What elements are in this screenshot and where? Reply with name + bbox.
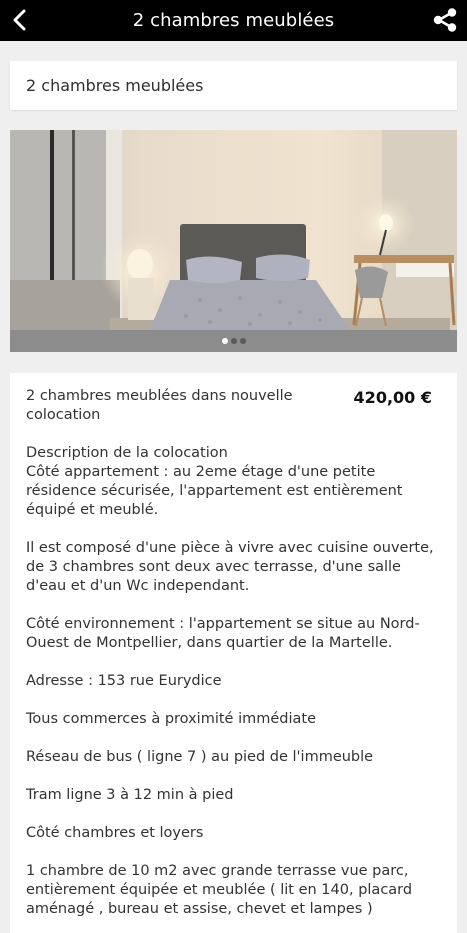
description-paragraph: 1 chambre de 10 m2 avec grande terrasse … xyxy=(26,863,413,917)
description-paragraph: Côté environnement : l'appartement se si… xyxy=(26,616,420,651)
summary-row: 2 chambres meublées dans nouvelle coloca… xyxy=(26,387,441,425)
chevron-left-icon xyxy=(13,9,26,31)
room-photo xyxy=(10,130,457,330)
pagination-dot[interactable] xyxy=(230,338,237,344)
description-paragraph: Tram ligne 3 à 12 min à pied xyxy=(26,787,234,803)
listing-title-card: 2 chambres meublées xyxy=(10,61,457,110)
listing-price: 420,00 € xyxy=(353,388,432,407)
back-button[interactable] xyxy=(4,4,36,36)
description-paragraph: Description de la colocation Côté appart… xyxy=(26,445,403,518)
pagination-dot[interactable] xyxy=(221,338,228,344)
description-paragraph: Il est composé d'une pièce à vivre avec … xyxy=(26,540,434,594)
page-title: 2 chambres meublées xyxy=(132,10,335,31)
description-paragraph: Tous commerces à proximité immédiate xyxy=(26,711,316,727)
description-paragraph: Côté chambres et loyers xyxy=(26,825,204,841)
description-paragraph: Adresse : 153 rue Eurydice xyxy=(26,673,222,689)
description-paragraph: Réseau de bus ( ligne 7 ) au pied de l'i… xyxy=(26,749,374,765)
share-icon xyxy=(433,8,457,32)
share-button[interactable] xyxy=(429,4,461,36)
listing-details: 2 chambres meublées dans nouvelle coloca… xyxy=(10,373,457,933)
top-app-bar: 2 chambres meublées xyxy=(0,0,467,41)
photo-gallery[interactable] xyxy=(10,130,457,352)
gallery-pagination[interactable] xyxy=(10,330,457,352)
pagination-dot[interactable] xyxy=(239,338,246,344)
listing-summary: 2 chambres meublées dans nouvelle coloca… xyxy=(26,388,293,423)
